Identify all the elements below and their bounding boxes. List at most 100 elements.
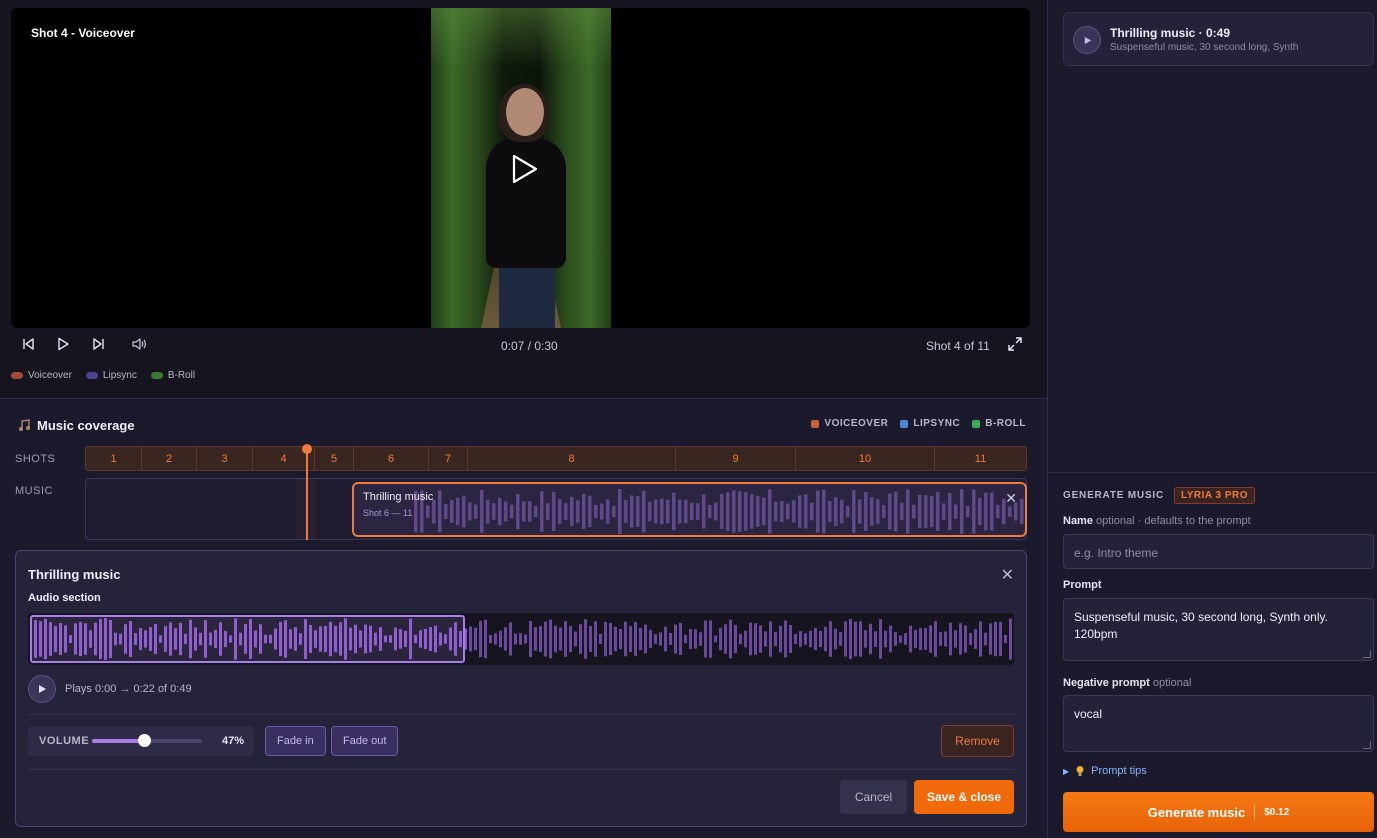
waveform-bar — [444, 504, 448, 519]
track-name: Thrilling music · 0:49 — [1110, 26, 1231, 40]
waveform-bar — [999, 621, 1002, 657]
waveform-bar — [900, 502, 904, 521]
remove-button[interactable]: Remove — [941, 725, 1014, 757]
negative-prompt-textarea[interactable]: vocal — [1063, 695, 1374, 752]
waveform-bar — [690, 502, 694, 521]
waveform-bar — [674, 624, 677, 654]
waveform-bar — [784, 620, 787, 658]
waveform-bar — [634, 622, 637, 656]
fullscreen-icon[interactable] — [1004, 334, 1026, 354]
shot-cell[interactable]: 3 — [197, 447, 253, 470]
waveform-bar — [889, 625, 892, 653]
legend-broll-upper: B-ROLL — [972, 418, 1026, 429]
shot-cell[interactable]: 7 — [429, 447, 468, 470]
waveform-bar — [756, 496, 760, 527]
prompt-textarea[interactable]: Suspenseful music, 30 second long, Synth… — [1063, 598, 1374, 661]
waveform-bar — [739, 633, 742, 645]
waveform-bar — [636, 496, 640, 527]
waveform-bar — [914, 630, 917, 648]
generate-music-button[interactable]: Generate music $0.12 — [1063, 792, 1374, 832]
waveform-bar — [969, 632, 972, 646]
fade-out-button[interactable]: Fade out — [331, 726, 399, 756]
waveform-bar — [954, 630, 957, 648]
volume-knob[interactable] — [137, 734, 151, 747]
clip-range: Shot 6 — 11 — [363, 508, 413, 518]
waveform-bar — [664, 626, 667, 652]
waveform-bar — [669, 632, 672, 646]
waveform-bar — [474, 627, 477, 651]
clip-remove-icon[interactable]: ✕ — [1005, 490, 1017, 507]
name-input[interactable]: e.g. Intro theme — [1063, 534, 1374, 569]
skip-back-icon[interactable] — [17, 334, 39, 354]
preview-play-button[interactable] — [28, 675, 56, 703]
waveform-bar — [450, 500, 454, 523]
cancel-button[interactable]: Cancel — [840, 780, 907, 814]
playhead[interactable] — [306, 448, 308, 540]
audio-section-waveform[interactable] — [28, 613, 1014, 665]
waveform-bar — [754, 623, 757, 655]
waveform-bar — [849, 618, 852, 660]
music-clip[interactable]: Thrilling music Shot 6 — 11 ✕ — [352, 482, 1027, 537]
play-overlay-icon[interactable] — [511, 154, 539, 184]
waveform-bar — [844, 621, 847, 657]
waveform-bar — [924, 628, 927, 650]
waveform-bar — [1004, 634, 1007, 644]
close-icon[interactable]: ✕ — [1001, 565, 1014, 585]
shot-cell[interactable]: 2 — [142, 447, 197, 470]
waveform-bar — [840, 499, 844, 524]
waveform-bar — [554, 625, 557, 653]
time-readout: 0:07 / 0:30 — [501, 339, 558, 353]
lightbulb-icon — [1076, 766, 1084, 776]
shot-cell[interactable]: 9 — [676, 447, 796, 470]
waveform-bar — [906, 489, 910, 534]
legend-broll: B-Roll — [150, 370, 195, 381]
shot-cell[interactable]: 10 — [796, 447, 935, 470]
waveform-bar — [484, 619, 487, 659]
music-note-icon — [19, 419, 30, 431]
skip-forward-icon[interactable] — [88, 334, 110, 354]
shot-cell[interactable]: 1 — [86, 447, 142, 470]
shot-cell[interactable]: 5 — [315, 447, 354, 470]
music-edit-panel: Thrilling music ✕ Audio section Plays 0:… — [15, 550, 1027, 827]
waveform-bar — [524, 634, 527, 644]
waveform-bar — [769, 621, 772, 657]
waveform-bar — [594, 621, 597, 657]
waveform-bar — [804, 633, 807, 645]
shot-cell[interactable]: 8 — [468, 447, 676, 470]
waveform-bar — [774, 631, 777, 647]
waveform-bar — [869, 623, 872, 655]
section-selection[interactable] — [30, 615, 465, 663]
playhead-handle[interactable] — [302, 444, 312, 454]
preview-area: Shot 4 - Voiceover 0:07 / 0:30 Shot 4 of… — [0, 0, 1047, 399]
track-card[interactable]: Thrilling music · 0:49 Suspenseful music… — [1063, 12, 1374, 66]
prompt-tips-toggle[interactable]: ▶ Prompt tips — [1063, 765, 1147, 777]
lipsync-swatch — [85, 372, 98, 379]
video-player[interactable]: Shot 4 - Voiceover — [11, 8, 1030, 328]
shot-cell[interactable]: 11 — [935, 447, 1026, 470]
play-icon[interactable] — [52, 334, 74, 354]
save-close-button[interactable]: Save & close — [914, 780, 1014, 814]
volume-icon[interactable] — [128, 334, 150, 354]
shot-cell[interactable]: 6 — [354, 447, 429, 470]
legend-voiceover: Voiceover — [11, 370, 72, 381]
waveform-bar — [696, 503, 700, 520]
waveform-bar — [809, 630, 812, 648]
waveform-bar — [539, 626, 542, 652]
track-play-button[interactable] — [1073, 26, 1101, 54]
waveform-bar — [882, 505, 886, 518]
waveform-bar — [759, 625, 762, 653]
waveform-bar — [648, 501, 652, 522]
volume-slider[interactable] — [92, 734, 202, 747]
waveform-bar — [519, 633, 522, 645]
waveform-bar — [929, 625, 932, 653]
waveform-bar — [939, 632, 942, 646]
waveform-bar — [468, 502, 472, 521]
shots-strip: 1 2 3 4 5 6 7 8 9 10 11 — [85, 446, 1027, 471]
waveform-bar — [564, 621, 567, 657]
divider — [28, 714, 1014, 715]
waveform-bar — [764, 631, 767, 647]
fade-in-button[interactable]: Fade in — [265, 726, 326, 756]
generate-header: GENERATE MUSIC LYRIA 3 PRO — [1063, 487, 1256, 504]
waveform-bar — [734, 624, 737, 654]
volume-value: 47% — [221, 735, 244, 747]
